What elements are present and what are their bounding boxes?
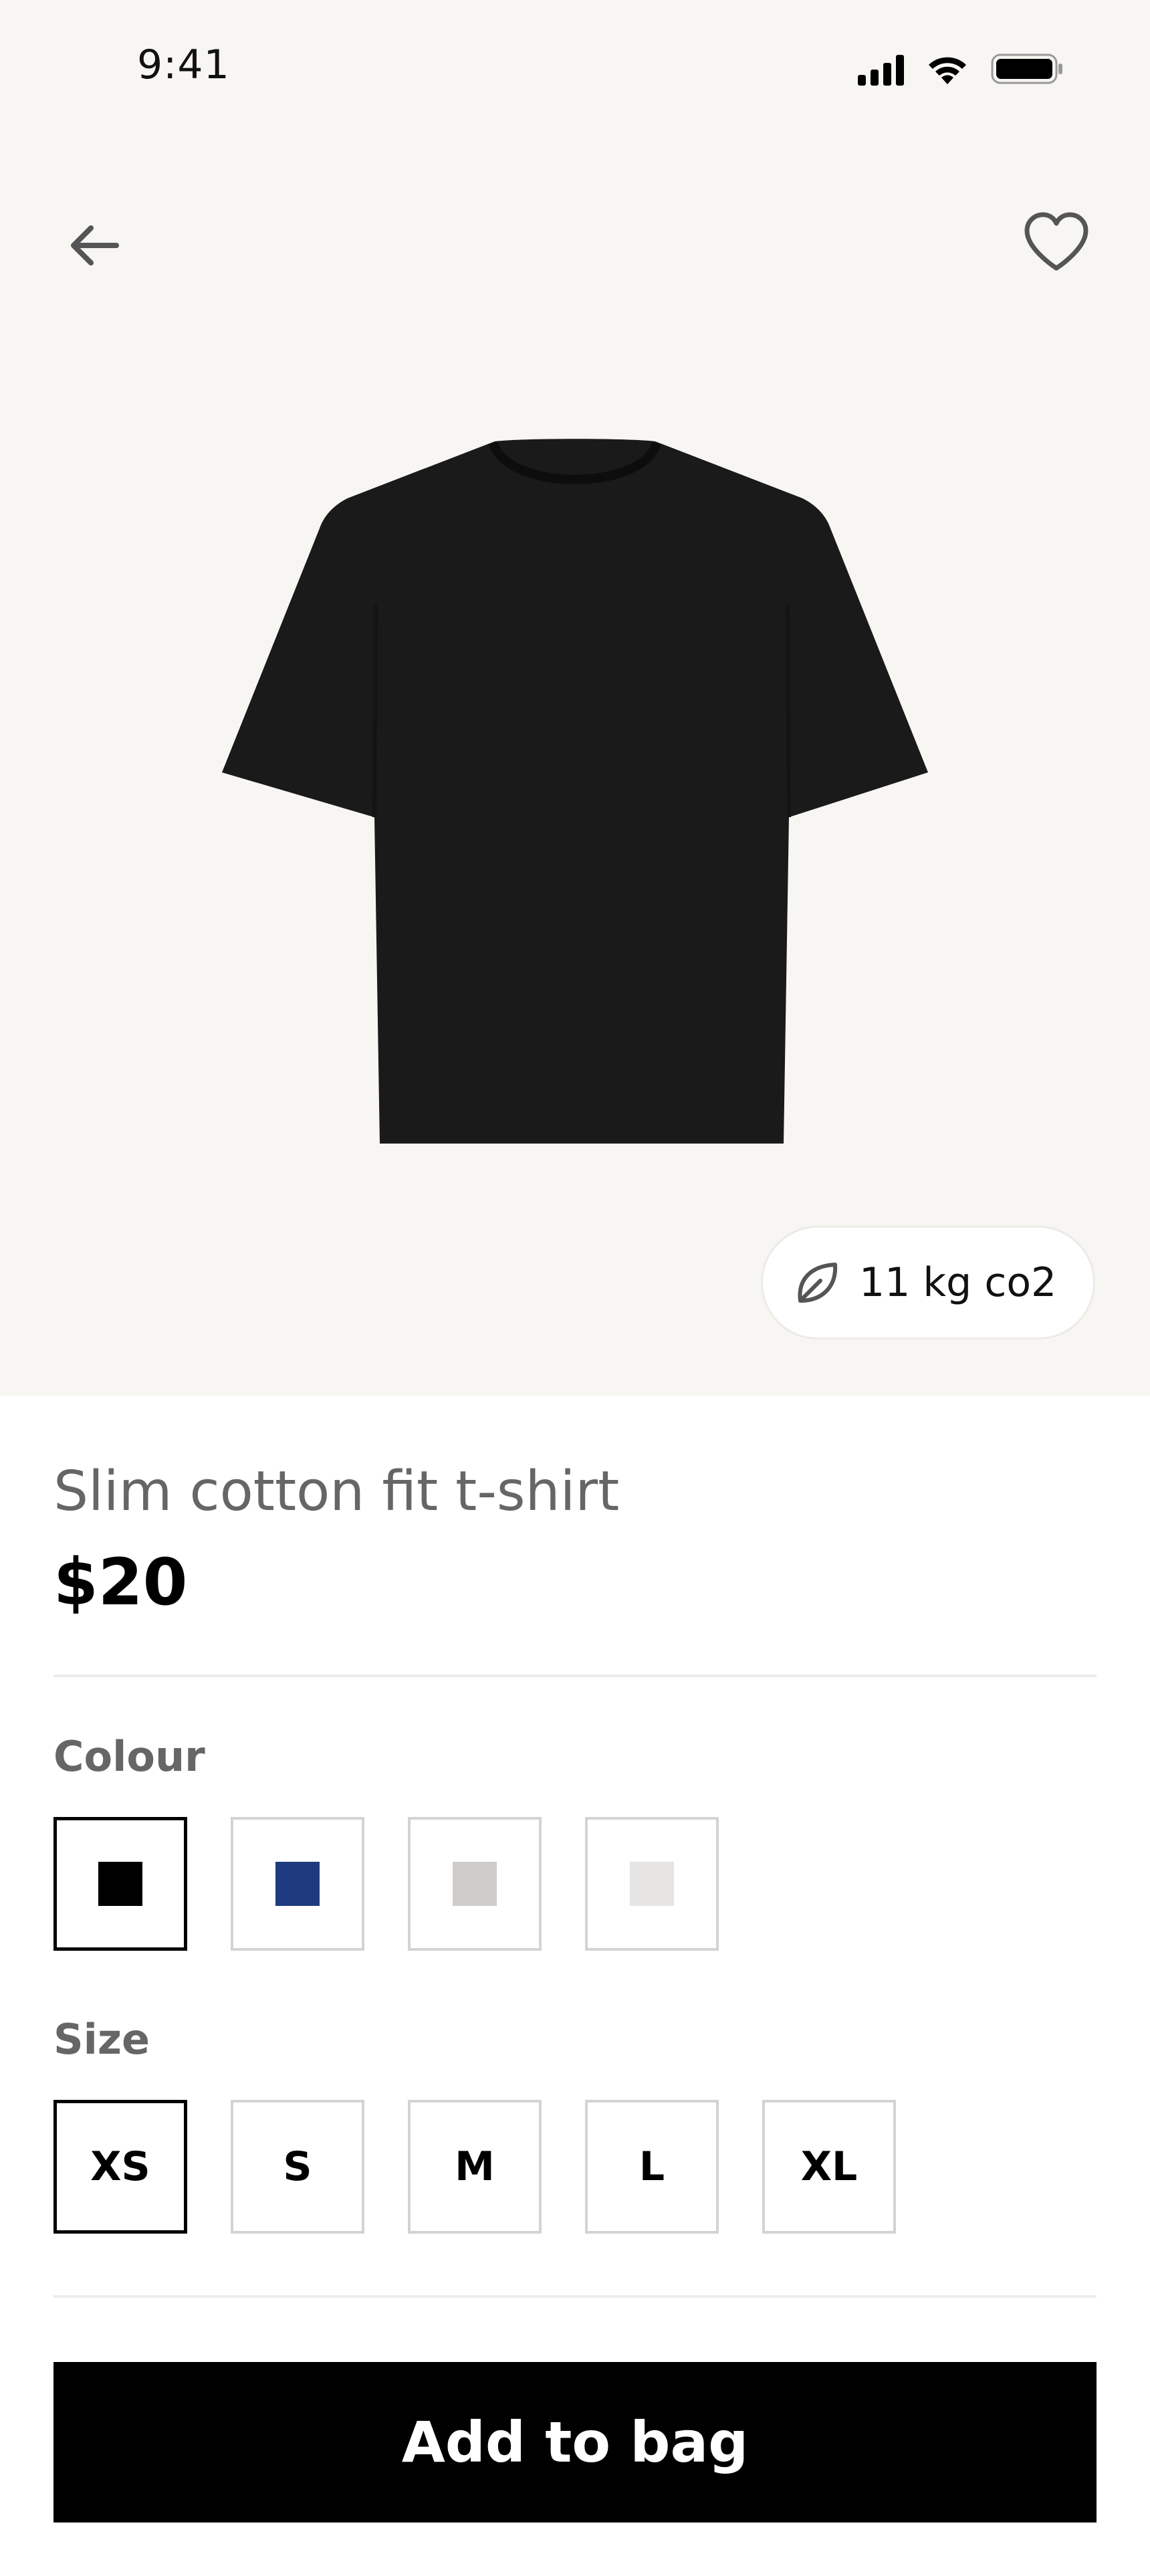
size-option-l[interactable]: L [585,2100,719,2234]
cellular-signal-icon [858,55,904,86]
co2-label: 11 kg co2 [859,1259,1057,1306]
colour-swatch-grey[interactable] [408,1817,542,1951]
colour-chip [98,1862,142,1906]
add-to-bag-button[interactable]: Add to bag [53,2362,1097,2523]
product-title: Slim cotton fit t-shirt [53,1460,620,1523]
status-icons [858,52,1064,86]
colour-swatch-black[interactable] [53,1817,187,1951]
colour-chip [275,1862,320,1906]
battery-icon [991,52,1064,86]
size-option-m[interactable]: M [408,2100,542,2234]
divider [53,1675,1097,1677]
status-time: 9:41 [137,41,230,88]
co2-badge: 11 kg co2 [761,1226,1095,1339]
product-image [221,438,929,1147]
colour-swatch-off-white[interactable] [585,1817,719,1951]
back-button[interactable] [62,213,127,278]
product-price: $20 [53,1545,188,1620]
colour-label: Colour [53,1732,205,1781]
colour-chip [453,1862,497,1906]
colour-options [53,1817,719,1951]
divider [53,2295,1097,2298]
colour-chip [630,1862,674,1906]
size-label: Size [53,2015,150,2064]
wifi-icon [924,52,971,86]
favorite-button[interactable] [1020,209,1093,276]
size-option-s[interactable]: S [231,2100,364,2234]
arrow-left-icon [71,225,119,265]
colour-swatch-navy[interactable] [231,1817,364,1951]
size-option-xs[interactable]: XS [53,2100,187,2234]
size-options: XS S M L XL [53,2100,896,2234]
heart-icon [1024,212,1088,271]
size-option-xl[interactable]: XL [762,2100,896,2234]
leaf-icon [798,1263,838,1303]
product-hero: 9:41 11 kg co2 [0,0,1150,1396]
